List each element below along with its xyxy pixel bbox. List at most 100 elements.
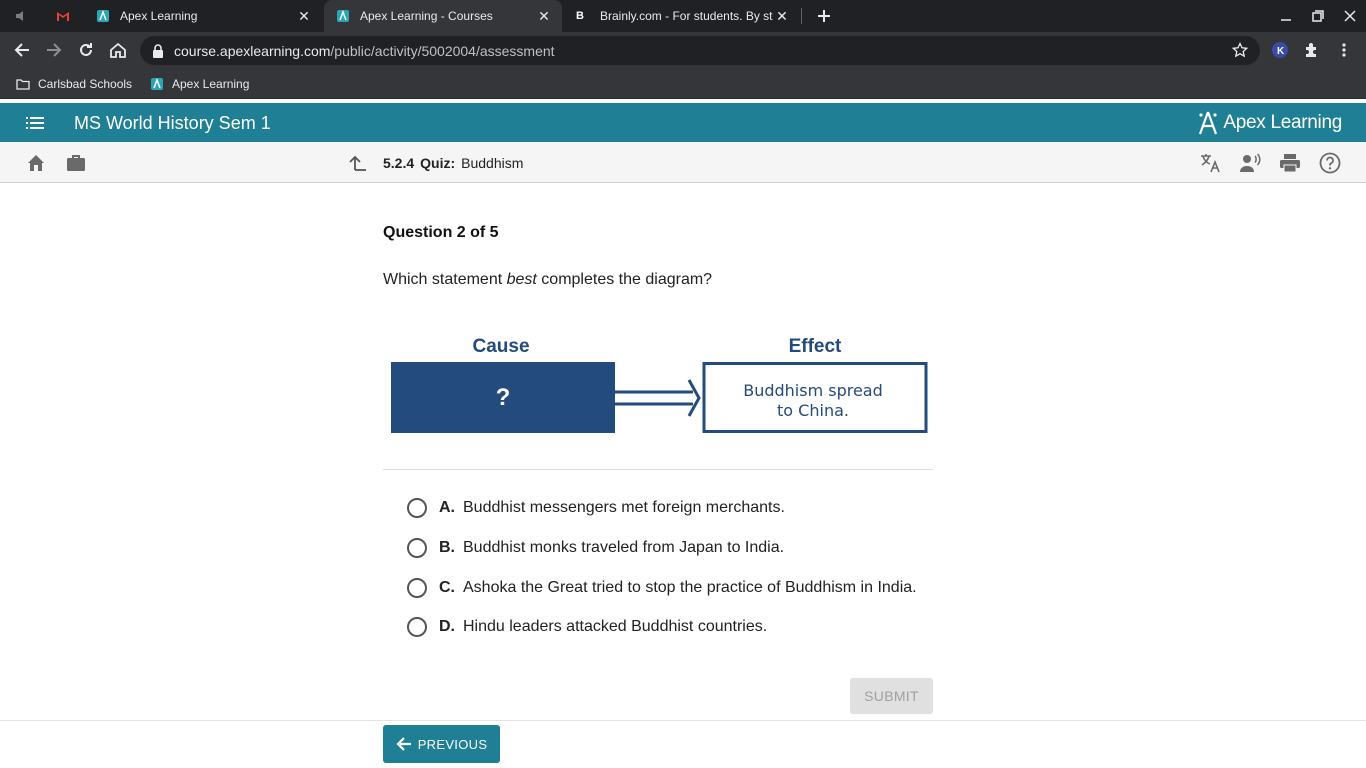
apex-icon (97, 9, 109, 22)
plus-icon (818, 10, 830, 22)
activity-toolbar: 5.2.4 Quiz: Buddhism (0, 142, 1366, 183)
k-extension-icon: K (1272, 42, 1288, 58)
url-text: course.apexlearning.com/public/activity/… (174, 43, 555, 59)
answer-choice-d[interactable]: D. Hindu leaders attacked Buddhist count… (407, 615, 767, 639)
tab-separator (801, 8, 802, 24)
tab-apex-learning[interactable]: Apex Learning ✕ (96, 0, 322, 32)
effect-label: Effect (789, 336, 842, 357)
extensions-button[interactable] (1301, 39, 1323, 61)
choice-letter: A. (439, 499, 455, 516)
close-tab-icon[interactable]: ✕ (774, 8, 790, 24)
activity-kind: Quiz: (420, 155, 456, 171)
puzzle-icon (1306, 43, 1316, 57)
tab-apex-courses[interactable]: Apex Learning - Courses ✕ (324, 0, 562, 32)
course-title: MS World History Sem 1 (74, 113, 271, 133)
radio-button[interactable] (407, 538, 427, 558)
forward-button[interactable] (40, 36, 68, 64)
browser-menu-button[interactable] (1333, 39, 1355, 61)
minimize-button[interactable] (1270, 0, 1302, 32)
prompt-text: completes the diagram? (536, 271, 713, 288)
help-icon (1319, 152, 1341, 174)
svg-text:K: K (1277, 46, 1285, 57)
gmail-icon (57, 12, 69, 21)
bookmarks-bar: Carlsbad Schools Apex Learning (0, 69, 1366, 99)
answer-choice-a[interactable]: A. Buddhist messengers met foreign merch… (407, 496, 785, 520)
up-level-button[interactable] (347, 152, 369, 174)
restore-button[interactable] (1302, 0, 1334, 32)
home-icon (110, 42, 126, 58)
activity-name: Buddhism (461, 155, 524, 171)
briefcase-button[interactable] (65, 152, 87, 174)
bookmark-star-button[interactable] (1229, 39, 1251, 61)
choice-letter: C. (439, 579, 455, 596)
speaker-icon (16, 11, 23, 21)
tab-gmail[interactable] (56, 0, 84, 32)
answer-choice-b[interactable]: B. Buddhist monks traveled from Japan to… (407, 536, 784, 560)
effect-text-line2: to China. (777, 401, 849, 420)
folder-icon (16, 79, 30, 90)
list-menu-icon[interactable] (24, 112, 46, 134)
previous-button[interactable]: PREVIOUS (383, 725, 500, 763)
extension-k-button[interactable]: K (1269, 39, 1291, 61)
read-aloud-button[interactable] (1239, 152, 1261, 174)
lock-icon (153, 43, 163, 58)
bookmark-carlsbad-schools[interactable]: Carlsbad Schools (16, 75, 132, 93)
home-button[interactable] (25, 152, 47, 174)
breadcrumb: 5.2.4 Quiz: Buddhism (383, 155, 523, 171)
kebab-menu-icon (1342, 43, 1346, 57)
activity-number: 5.2.4 (383, 155, 415, 171)
reload-icon (80, 43, 92, 56)
address-bar[interactable]: course.apexlearning.com/public/activity/… (140, 36, 1260, 65)
radio-button[interactable] (407, 498, 427, 518)
back-button[interactable] (8, 36, 36, 64)
answer-choice-c[interactable]: C. Ashoka the Great tried to stop the pr… (407, 576, 917, 600)
submit-button[interactable]: SUBMIT (850, 678, 933, 714)
arrow-left-icon (14, 43, 29, 57)
cause-text: ? (496, 384, 511, 411)
close-tab-icon[interactable]: ✕ (296, 8, 312, 24)
bookmark-label: Carlsbad Schools (38, 77, 133, 91)
tab-brainly[interactable]: B Brainly.com - For students. By st ✕ (576, 0, 800, 32)
choice-text: Buddhist monks traveled from Japan to In… (463, 539, 785, 556)
briefcase-icon (67, 155, 85, 171)
star-icon (1232, 42, 1248, 58)
translate-icon (1201, 154, 1220, 173)
close-window-button[interactable] (1334, 0, 1366, 32)
tab-title: Brainly.com - For students. By st (600, 9, 773, 23)
help-button[interactable] (1319, 152, 1341, 174)
cause-effect-diagram: Cause Effect ? Buddhism spread to China. (391, 336, 928, 433)
apex-icon (337, 9, 349, 22)
choice-letter: D. (439, 618, 455, 635)
choice-text: Hindu leaders attacked Buddhist countrie… (463, 618, 768, 635)
radio-button[interactable] (407, 578, 427, 598)
arrow-up-icon (349, 155, 366, 171)
prompt-text: Which statement (383, 271, 507, 288)
arrow-left-icon (396, 737, 411, 751)
browser-toolbar: course.apexlearning.com/public/activity/… (0, 32, 1366, 69)
question-prompt: Which statement best completes the diagr… (383, 271, 712, 289)
browser-tab-strip: Apex Learning ✕ Apex Learning - Courses … (0, 0, 1366, 32)
choice-text: Ashoka the Great tried to stop the pract… (463, 579, 917, 596)
home-button[interactable] (104, 36, 132, 64)
reload-button[interactable] (72, 36, 100, 64)
divider (383, 469, 933, 470)
print-button[interactable] (1279, 152, 1301, 174)
new-tab-button[interactable] (808, 0, 840, 32)
arrow-right-icon (47, 43, 62, 57)
close-icon (1344, 10, 1356, 22)
brainly-icon: B (576, 10, 584, 22)
arrow-shape (615, 379, 701, 417)
close-tab-icon[interactable]: ✕ (536, 8, 552, 24)
restore-icon (1312, 10, 1324, 22)
bookmark-label: Apex Learning (172, 77, 250, 91)
printer-icon (1280, 154, 1300, 173)
choice-letter: B. (439, 539, 455, 556)
translate-button[interactable] (1199, 152, 1221, 174)
tab-title: Apex Learning (120, 9, 198, 23)
radio-button[interactable] (407, 617, 427, 637)
bookmark-apex-learning[interactable]: Apex Learning (150, 75, 249, 93)
effect-text-line1: Buddhism spread (743, 381, 883, 400)
tab-audio[interactable] (14, 0, 42, 32)
apex-learning-logo: Apex Learning (1197, 110, 1342, 136)
home-icon (28, 155, 44, 171)
